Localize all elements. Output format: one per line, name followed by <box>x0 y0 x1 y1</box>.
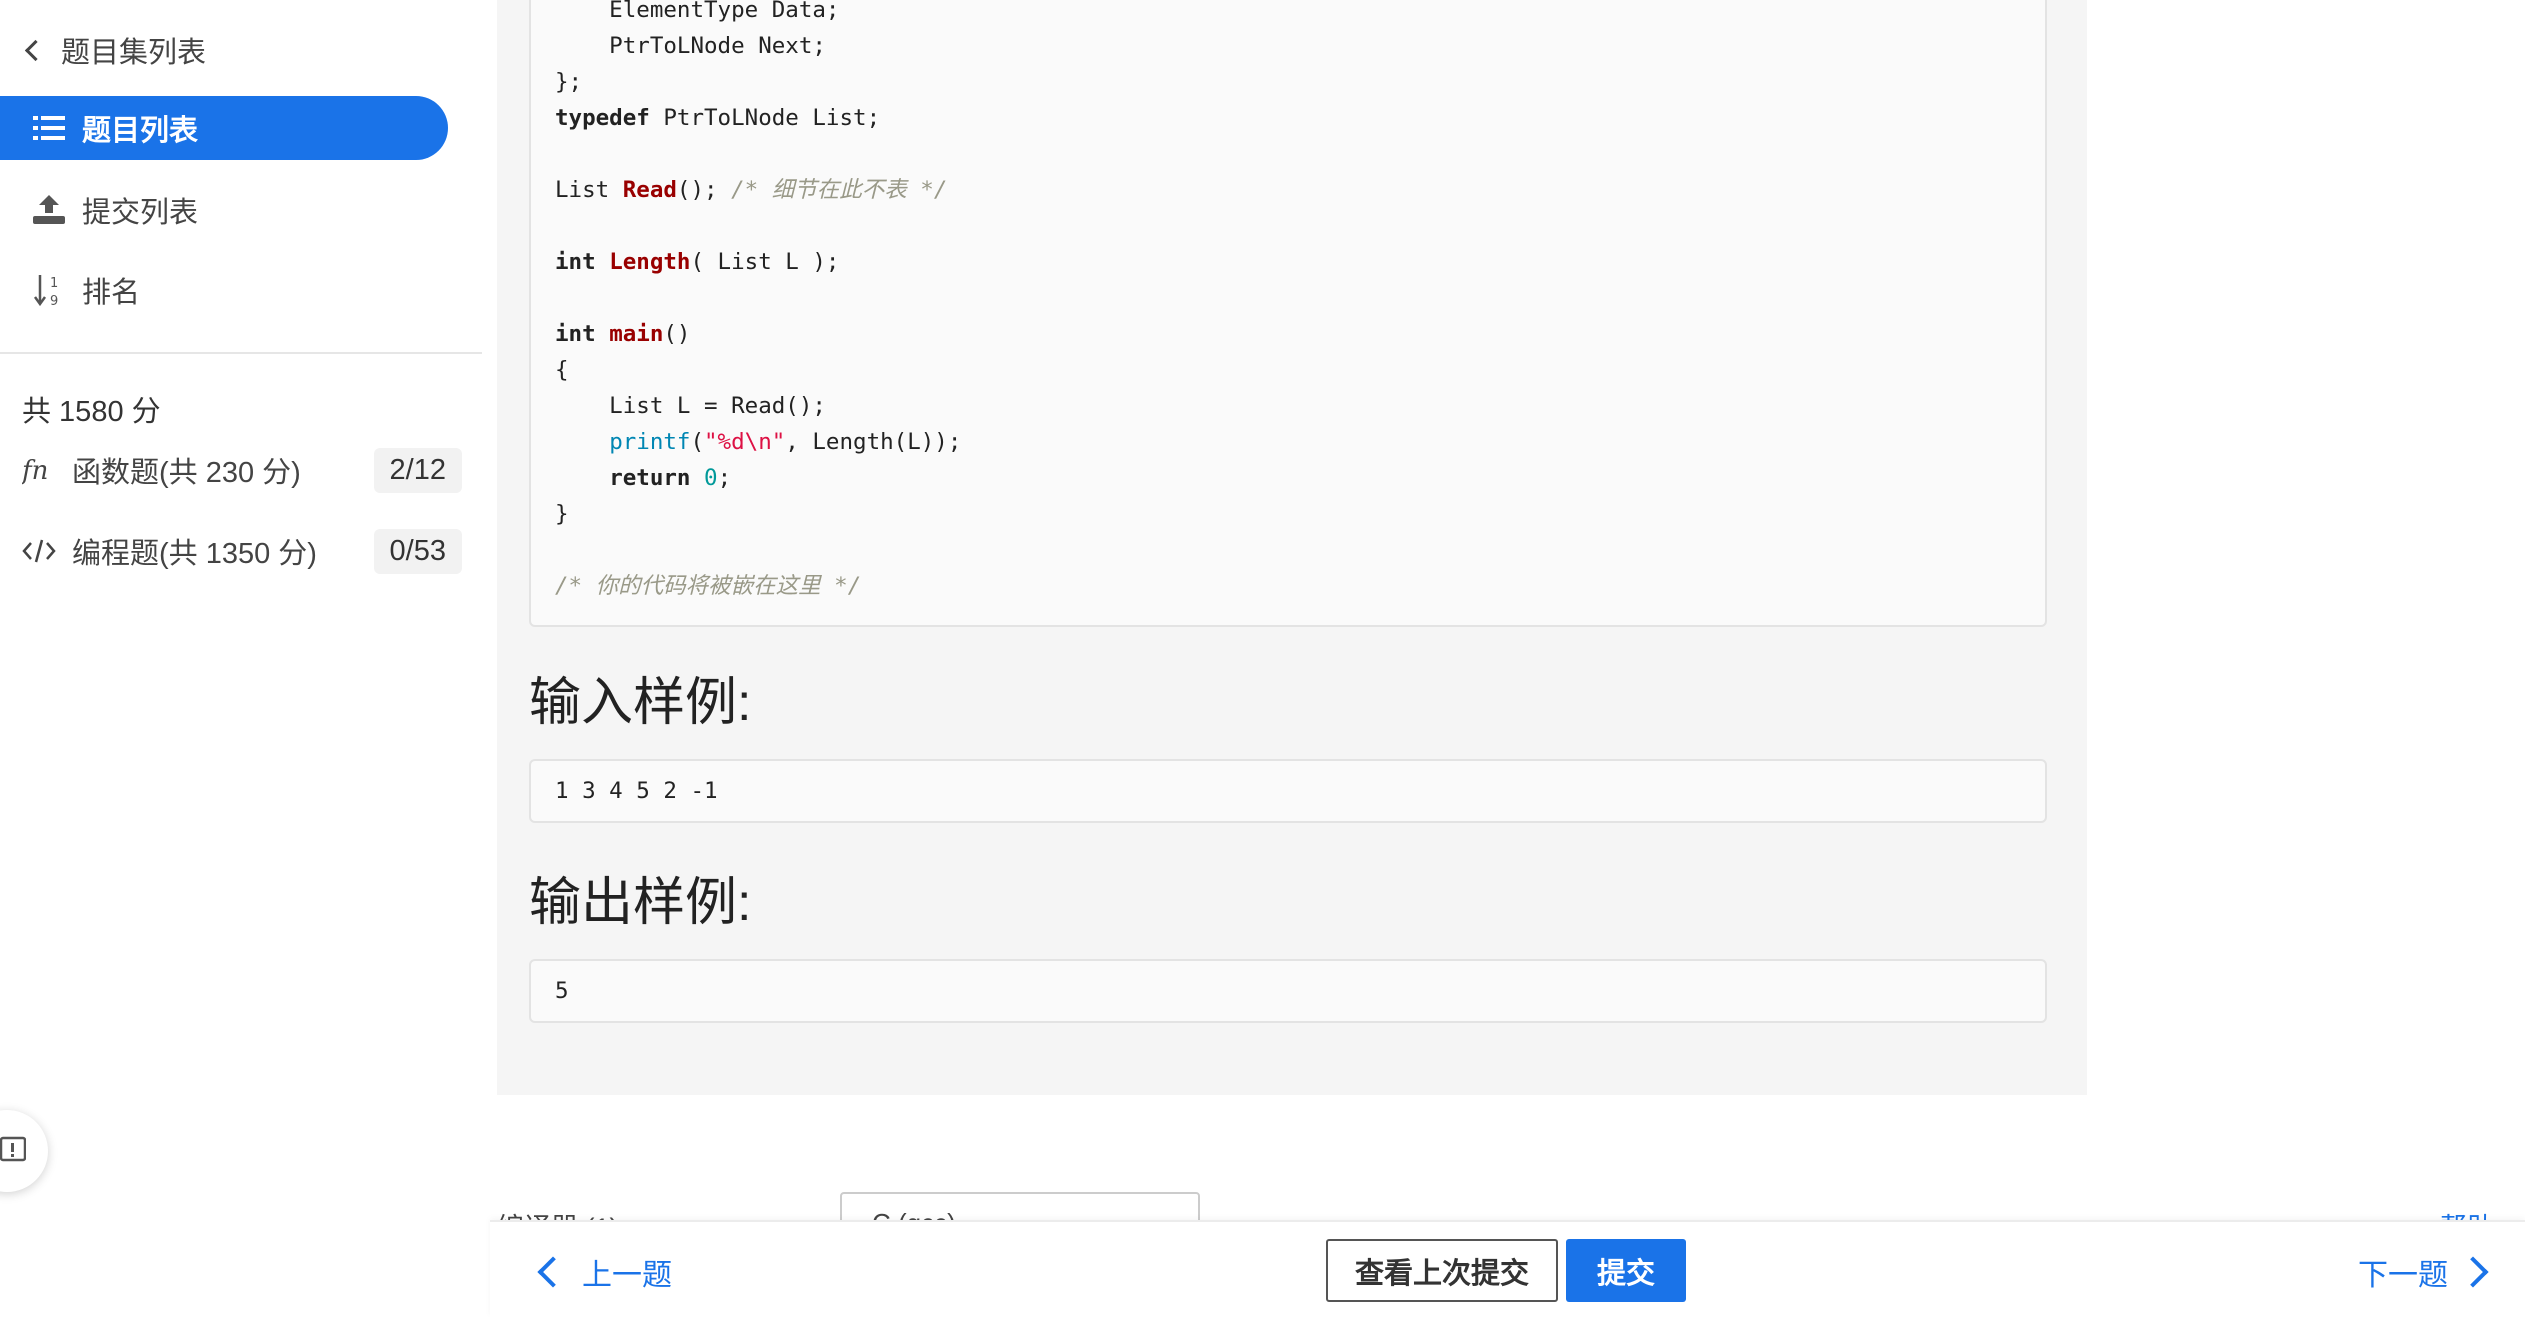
back-label: 题目集列表 <box>61 37 207 69</box>
output-sample-title: 输出样例: <box>529 874 752 932</box>
back-to-problem-sets-link[interactable]: 题目集列表 <box>22 28 206 72</box>
view-last-submission-button[interactable]: 查看上次提交 <box>1326 1239 1558 1302</box>
nav-label: 题目列表 <box>82 115 199 147</box>
input-sample-title: 输入样例: <box>529 674 752 732</box>
submit-button[interactable]: 提交 <box>1566 1239 1686 1302</box>
sort-icon: 1 9 <box>32 273 66 307</box>
prev-problem-link[interactable]: 上一题 <box>537 1250 672 1294</box>
category-label: 编程题(共 1350 分) <box>72 538 317 570</box>
code-icon <box>22 537 58 565</box>
svg-text:9: 9 <box>50 294 58 307</box>
code-line: PtrToLNode Next; <box>555 33 826 59</box>
code-line: ElementType Data; <box>555 0 840 23</box>
code-line: int Length( List L ); <box>555 249 840 275</box>
category-programming-problems[interactable]: 编程题(共 1350 分) 0/53 <box>22 526 462 576</box>
nav-item-submissions[interactable]: 提交列表 <box>0 178 448 242</box>
code-line: List L = Read(); <box>555 393 826 419</box>
next-label: 下一题 <box>2358 1259 2448 1292</box>
total-score: 共 1580 分 <box>22 396 161 428</box>
function-icon: fn <box>22 455 58 485</box>
code-line: int main() <box>555 321 691 347</box>
feedback-icon <box>0 1135 27 1168</box>
code-line: { <box>555 357 569 383</box>
category-label: 函数题(共 230 分) <box>72 457 301 489</box>
svg-text:fn: fn <box>22 456 48 485</box>
code-line: List Read(); /* 细节在此不表 */ <box>555 177 948 203</box>
input-sample-box: 1 3 4 5 2 -1 <box>529 759 2047 823</box>
svg-text:1: 1 <box>50 276 58 291</box>
code-line: } <box>555 501 569 527</box>
chevron-right-icon <box>2457 1256 2489 1288</box>
nav-label: 提交列表 <box>82 197 199 229</box>
list-icon <box>32 111 66 145</box>
code-line: return 0; <box>609 465 732 491</box>
code-line: }; <box>555 69 583 95</box>
output-sample-box: 5 <box>529 959 2047 1023</box>
chevron-left-icon <box>24 39 47 61</box>
sidebar-divider <box>0 352 482 354</box>
category-count: 0/53 <box>373 528 462 574</box>
next-problem-link[interactable]: 下一题 <box>2358 1250 2489 1294</box>
nav-item-ranking[interactable]: 1 9 排名 <box>0 258 448 322</box>
prev-label: 上一题 <box>582 1259 672 1292</box>
sidebar: 题目集列表 题目列表 提交列表 1 9 排名 共 1580 分 fn 函数题(共… <box>0 0 485 1315</box>
nav-label: 排名 <box>82 277 141 309</box>
code-line: typedef PtrToLNode List; <box>555 105 881 131</box>
code-block: ElementType Data; PtrToLNode Next; }; ty… <box>529 0 2047 627</box>
problem-content-panel: ElementType Data; PtrToLNode Next; }; ty… <box>497 0 2087 1095</box>
category-function-problems[interactable]: fn 函数题(共 230 分) 2/12 <box>22 445 462 495</box>
nav-item-problem-list[interactable]: 题目列表 <box>0 96 448 160</box>
code-line: /* 你的代码将被嵌在这里 */ <box>555 573 862 599</box>
upload-icon <box>32 193 66 227</box>
code-line: printf("%d\n", Length(L)); <box>609 429 962 455</box>
category-count: 2/12 <box>373 447 462 493</box>
chevron-left-icon <box>537 1256 569 1288</box>
